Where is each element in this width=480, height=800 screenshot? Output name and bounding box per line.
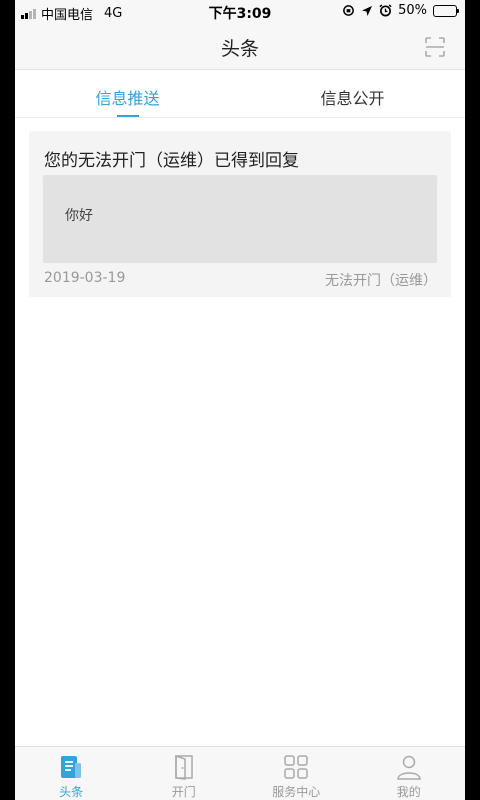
tab-bar: 信息推送 信息公开 xyxy=(15,70,465,118)
nav-label-news: 头条 xyxy=(59,785,84,799)
message-title: 您的无法开门（运维）已得到回复 xyxy=(44,151,299,171)
page-title: 头条 xyxy=(220,38,259,60)
battery-percent: 50% xyxy=(398,3,427,18)
alarm-icon xyxy=(379,4,392,17)
reply-box: 你好 xyxy=(43,175,437,263)
orientation-lock-icon xyxy=(343,5,354,16)
status-right: 50% xyxy=(342,3,459,18)
message-card[interactable]: 您的无法开门（运维）已得到回复 你好 2019-03-19 无法开门（运维） xyxy=(29,131,451,297)
battery-icon xyxy=(433,4,459,17)
status-bar: 中国电信 4G 下午3:09 50% xyxy=(15,0,465,24)
tab-info-public[interactable]: 信息公开 xyxy=(240,70,465,117)
app-header: 头条 xyxy=(15,24,465,70)
nav-item-service[interactable]: 服务中心 xyxy=(240,747,353,800)
news-icon xyxy=(61,756,82,778)
door-icon xyxy=(175,754,193,780)
nav-item-door[interactable]: 开门 xyxy=(128,747,241,800)
nav-item-mine[interactable]: 我的 xyxy=(353,747,466,800)
bottom-nav: 头条 开门 服务中心 我的 xyxy=(15,746,465,800)
nav-label-service: 服务中心 xyxy=(272,785,321,799)
grid-icon xyxy=(284,755,308,779)
nav-label-mine: 我的 xyxy=(396,785,421,799)
nav-item-news[interactable]: 头条 xyxy=(15,747,128,800)
reply-text: 你好 xyxy=(65,208,93,224)
message-category: 无法开门（运维） xyxy=(325,273,437,289)
tab-info-push[interactable]: 信息推送 xyxy=(15,70,240,117)
user-icon xyxy=(396,755,421,780)
phone-screen: 中国电信 4G 下午3:09 50% 头条 信息推送 信息公开 您的无法开门（运… xyxy=(15,0,465,800)
message-date: 2019-03-19 xyxy=(44,270,126,286)
location-icon xyxy=(362,5,373,16)
scan-icon[interactable] xyxy=(425,37,445,57)
nav-label-door: 开门 xyxy=(171,785,196,799)
